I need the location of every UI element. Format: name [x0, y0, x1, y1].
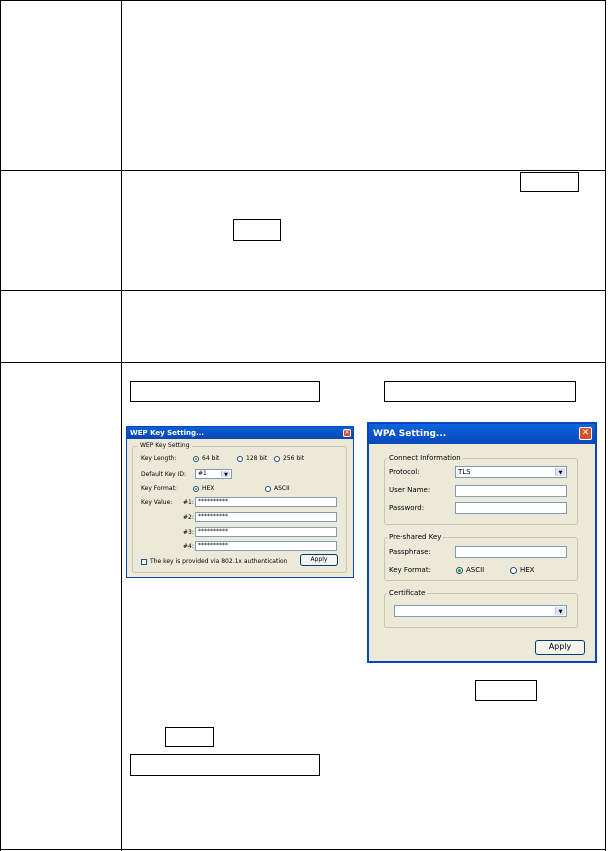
key-length-label: Key Length: [141, 455, 177, 462]
key-4-label: #4: [183, 543, 194, 550]
option-64bit-label: 64 bit [202, 455, 220, 462]
pre-shared-key-group [384, 537, 578, 581]
passphrase-field[interactable] [455, 546, 567, 558]
chevron-down-icon[interactable]: ▼ [555, 607, 565, 615]
key-3-label: #3: [183, 529, 194, 536]
table-border-row2 [0, 290, 606, 291]
passphrase-label: Passphrase: [389, 548, 431, 556]
option-128bit-label: 128 bit [246, 455, 268, 462]
protocol-label: Protocol: [389, 468, 420, 476]
connect-information-title: Connect Information [387, 454, 463, 462]
outlined-box [475, 680, 537, 701]
radio-wpa-ascii[interactable] [456, 567, 463, 574]
key-format-label: Key Format: [141, 485, 177, 492]
wep-dialog-title: WEP Key Setting... [130, 429, 204, 437]
key-2-label: #2: [183, 514, 194, 521]
key-2-field[interactable]: ********** [195, 512, 337, 522]
chevron-down-icon[interactable]: ▼ [555, 468, 565, 476]
table-border-row3 [0, 362, 606, 363]
protocol-value: TLS [458, 468, 471, 476]
radio-ascii[interactable] [265, 486, 271, 492]
802-1x-checkbox-label: The key is provided via 802.1x authentic… [150, 558, 288, 565]
wpa-setting-dialog: WPA Setting... ✕ Connect Information Pro… [367, 422, 597, 663]
key-value-label: Key Value: [141, 499, 173, 506]
default-key-id-select[interactable]: #1 ▼ [195, 469, 232, 479]
default-key-id-label: Default Key ID: [141, 471, 187, 478]
outlined-box [233, 219, 281, 241]
wpa-dialog-title-bar[interactable]: WPA Setting... [369, 424, 595, 444]
outlined-box [384, 381, 576, 402]
outlined-box [520, 172, 579, 192]
table-border-left [0, 0, 1, 851]
radio-hex[interactable] [193, 486, 199, 492]
key-4-field[interactable]: ********** [195, 541, 337, 551]
option-hex-label: HEX [202, 485, 215, 492]
apply-button[interactable]: Apply [300, 554, 338, 566]
close-icon[interactable]: ✕ [343, 429, 351, 437]
table-border-right [605, 0, 606, 851]
802-1x-checkbox[interactable] [141, 559, 147, 565]
table-border-row1 [0, 170, 606, 171]
wpa-option-hex-label: HEX [520, 566, 535, 574]
table-border-bottom [0, 849, 606, 850]
default-key-id-value: #1 [198, 470, 207, 477]
chevron-down-icon[interactable]: ▼ [221, 471, 230, 478]
protocol-select[interactable]: TLS ▼ [455, 466, 567, 478]
key-3-field[interactable]: ********** [195, 527, 337, 537]
wpa-dialog-title: WPA Setting... [373, 429, 447, 439]
apply-button[interactable]: Apply [535, 640, 585, 655]
outlined-box [130, 754, 320, 776]
certificate-select[interactable]: ▼ [394, 605, 567, 617]
radio-128bit[interactable] [237, 456, 243, 462]
radio-64bit[interactable] [193, 456, 199, 462]
radio-256bit[interactable] [274, 456, 280, 462]
password-label: Password: [389, 504, 425, 512]
option-256bit-label: 256 bit [283, 455, 305, 462]
wep-dialog-title-bar[interactable]: WEP Key Setting... [127, 427, 353, 439]
wpa-option-ascii-label: ASCII [466, 566, 485, 574]
table-border-top [0, 0, 606, 1]
pre-shared-key-title: Pre-shared Key [387, 533, 444, 541]
username-label: User Name: [389, 486, 431, 494]
username-field[interactable] [455, 485, 567, 497]
certificate-title: Certificate [387, 589, 428, 597]
wep-group-title: WEP Key Setting [138, 442, 192, 449]
option-ascii-label: ASCII [274, 485, 290, 492]
wpa-key-format-label: Key Format: [389, 566, 431, 574]
close-icon[interactable]: ✕ [579, 427, 592, 440]
key-1-label: #1: [183, 499, 194, 506]
table-column-divider [121, 0, 122, 851]
wep-key-setting-dialog: WEP Key Setting... ✕ WEP Key Setting Key… [126, 426, 354, 578]
outlined-box [165, 727, 214, 747]
outlined-box [130, 381, 320, 402]
key-1-field[interactable]: ********** [195, 497, 337, 507]
radio-wpa-hex[interactable] [510, 567, 517, 574]
password-field[interactable] [455, 502, 567, 514]
